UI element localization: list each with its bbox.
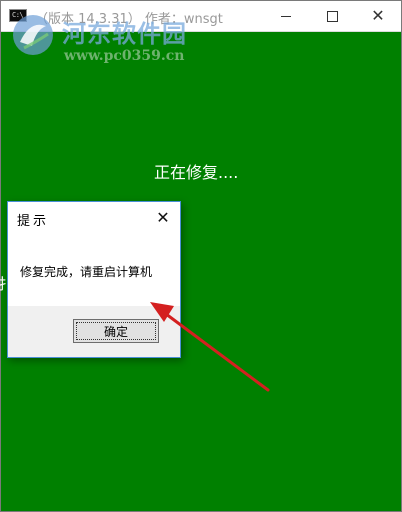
minimize-icon bbox=[281, 15, 291, 17]
dialog-title: 提示 bbox=[17, 214, 50, 229]
console-icon-label: C:\ bbox=[12, 11, 24, 19]
message-dialog: 提示 ✕ 修复完成，请重启计算机 确定 bbox=[7, 201, 181, 358]
close-icon: ✕ bbox=[156, 207, 170, 227]
window-title: （版本 14.3.31） 作者：wnsgt bbox=[35, 12, 223, 27]
ok-button[interactable]: 确定 bbox=[73, 319, 159, 343]
title-bar[interactable]: C:\ （版本 14.3.31） 作者：wnsgt ✕ bbox=[1, 1, 401, 32]
dialog-footer: 确定 bbox=[8, 306, 180, 357]
console-icon[interactable]: C:\ bbox=[9, 9, 27, 22]
maximize-button[interactable] bbox=[309, 1, 355, 31]
close-icon: ✕ bbox=[371, 6, 385, 25]
dialog-close-button[interactable]: ✕ bbox=[148, 204, 178, 230]
close-button[interactable]: ✕ bbox=[355, 1, 401, 31]
maximize-icon bbox=[326, 10, 338, 22]
dialog-message: 修复完成，请重启计算机 bbox=[20, 265, 153, 279]
minimize-button[interactable] bbox=[263, 1, 309, 31]
repair-status-text: 正在修复.... bbox=[154, 163, 239, 182]
